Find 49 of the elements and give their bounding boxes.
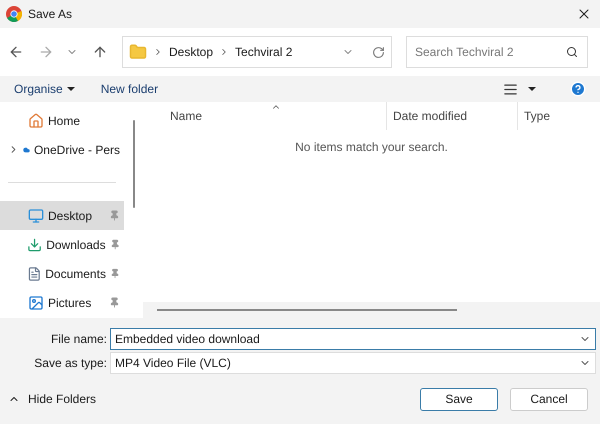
back-icon[interactable]: [8, 44, 24, 60]
help-icon[interactable]: [570, 81, 586, 97]
sidebar-item[interactable]: OneDrive - Pers: [0, 135, 124, 164]
field-label: Save as type:: [33, 355, 108, 372]
document-icon: [26, 266, 42, 282]
empty-message: No items match your search.: [295, 139, 448, 156]
pin-icon: [109, 297, 120, 308]
column-header[interactable]: Name: [143, 102, 387, 130]
file-type-dropdown[interactable]: MP4 Video File (VLC): [110, 352, 596, 374]
refresh-icon[interactable]: [372, 46, 385, 58]
save-button[interactable]: Save: [420, 388, 498, 410]
folder-icon: [129, 43, 147, 61]
caret-icon: [528, 87, 536, 91]
sidebar-label: Pictures: [48, 294, 92, 312]
sidebar-item[interactable]: Pictures: [0, 288, 124, 317]
sidebar-label: Home: [48, 112, 82, 130]
caret-icon: [66, 87, 75, 91]
monitor-icon: [28, 208, 44, 224]
pin-icon: [110, 239, 120, 250]
search-field[interactable]: Search Techviral 2: [406, 36, 588, 68]
sidebar-label: Desktop: [48, 208, 94, 224]
column-header[interactable]: Type: [518, 102, 600, 130]
cancel-button[interactable]: Cancel: [510, 388, 588, 410]
breadcrumb[interactable]: Desktop: [169, 43, 214, 61]
field-label: File name:: [50, 331, 108, 348]
sidebar-item[interactable]: Downloads: [0, 230, 124, 259]
window-title: Save As: [28, 6, 72, 23]
pin-icon: [110, 268, 120, 279]
search-icon: [566, 46, 578, 58]
view-menu-icon[interactable]: [503, 82, 518, 96]
organise-button[interactable]: Organise: [14, 80, 75, 98]
breadcrumb[interactable]: Techviral 2: [235, 43, 292, 61]
sidebar-label: OneDrive - Pers: [34, 142, 120, 158]
address-bar[interactable]: Desktop Techviral 2: [122, 36, 392, 68]
sidebar-item[interactable]: Documents: [0, 259, 124, 288]
hide-folders-button[interactable]: Hide Folders: [8, 390, 96, 408]
sidebar-item[interactable]: Home: [0, 106, 124, 135]
up-icon[interactable]: [92, 44, 108, 60]
file-name-field[interactable]: Embedded video download: [110, 328, 596, 350]
picture-icon: [28, 294, 44, 310]
home-icon: [28, 112, 44, 128]
column-header[interactable]: Date modified: [387, 102, 518, 130]
sidebar-label: Downloads: [46, 236, 106, 254]
browser-logo-icon: [6, 6, 22, 22]
download-icon: [27, 236, 42, 252]
new-folder-button[interactable]: New folder: [100, 80, 158, 98]
pin-icon: [109, 210, 120, 221]
sidebar-item[interactable]: Desktop: [0, 201, 124, 230]
sidebar-label: Documents: [45, 266, 106, 282]
